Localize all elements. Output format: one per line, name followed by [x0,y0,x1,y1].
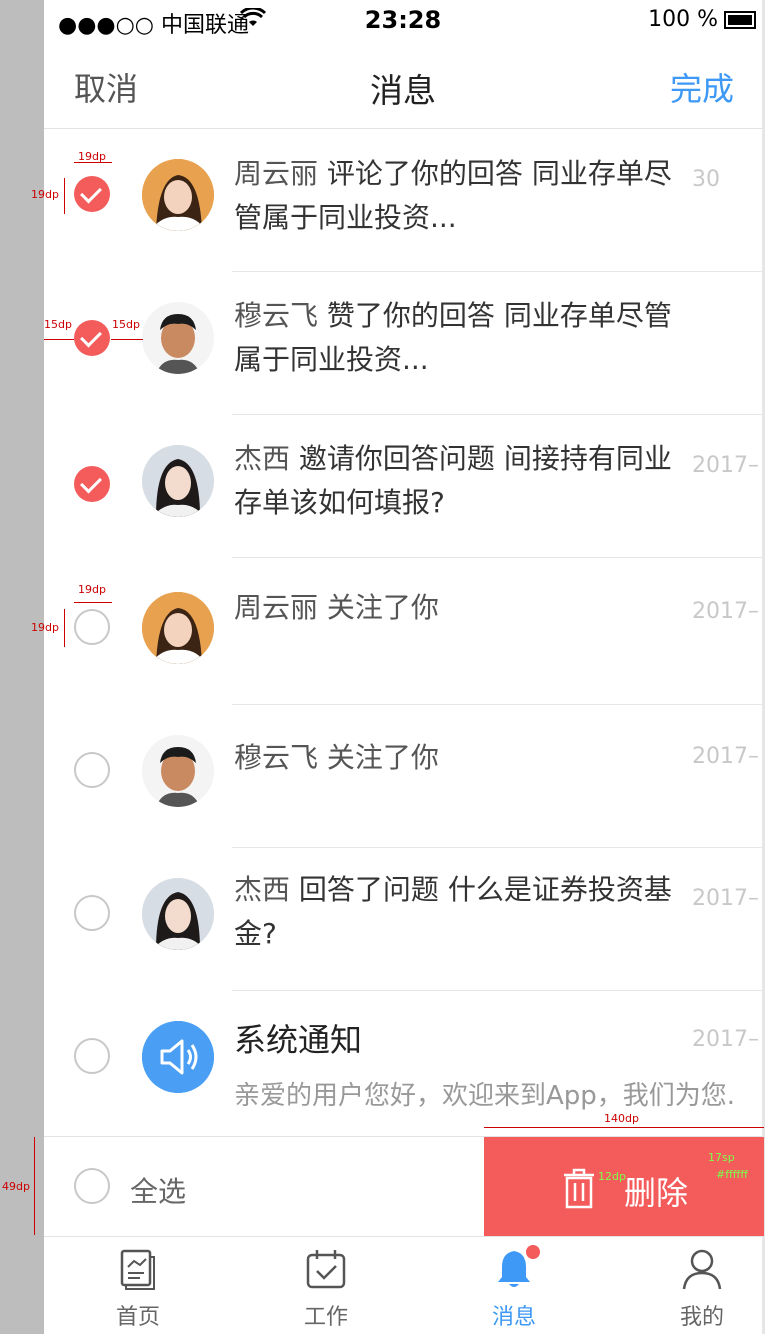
tab-home[interactable]: 首页 [48,1237,228,1335]
row-checkbox-unchecked[interactable] [74,895,110,931]
annot-line [64,178,65,214]
message-row[interactable]: 杰西 回答了问题 什么是证券投资基金? 2017– [44,848,762,991]
battery-percent: 100 % [648,7,718,32]
system-notice-title: 系统通知 [234,1021,363,1059]
annot-label: 15dp [44,318,72,331]
sender-name: 穆云飞 [234,741,319,774]
annot-label: 12dp [598,1170,626,1183]
row-checkbox-checked[interactable] [74,466,110,502]
annot-line [484,1127,764,1128]
annot-label: #ffffff [716,1168,748,1181]
annot-label: 15dp [112,318,140,331]
battery-status: 100 % [648,7,756,32]
message-list: 周云丽 评论了你的回答 同业存单尽管属于同业投资... 30 穆云飞 赞了你的回… [44,129,762,1136]
tab-label: 消息 [491,1305,536,1330]
row-checkbox-unchecked[interactable] [74,1038,110,1074]
message-row[interactable]: 穆云飞 赞了你的回答 同业存单尽管属于同业投资... [44,272,762,415]
done-button[interactable]: 完成 [670,64,734,110]
annot-line [64,609,65,647]
message-date: 2017– [692,453,759,478]
tab-label: 工作 [303,1305,348,1330]
avatar-man [142,735,214,807]
unread-dot [526,1245,540,1259]
select-all-checkbox[interactable] [74,1168,110,1204]
annot-label: 19dp [31,621,59,634]
message-row[interactable]: 周云丽 关注了你 2017– [44,558,762,705]
select-all-label[interactable]: 全选 [130,1170,186,1210]
message-text: 杰西 邀请你回答问题 间接持有同业存单该如何填报? [234,437,694,525]
message-text: 周云丽 关注了你 [234,586,694,630]
sender-name: 穆云飞 [234,299,319,332]
home-doc-icon [120,1249,155,1290]
message-body: 关注了你 [326,741,439,774]
message-date: 30 [692,167,720,192]
trash-icon [564,1168,594,1209]
message-body: 邀请你回答问题 间接持有同业存单该如何填报? [234,442,672,519]
delete-button[interactable]: 12dp 删除 17sp #ffffff [484,1137,764,1236]
message-date: 2017– [692,744,759,769]
avatar-woman [142,445,214,517]
annot-label: 49dp [2,1180,30,1193]
sender-name: 周云丽 [234,157,319,190]
sender-name: 杰西 [234,873,291,906]
calendar-check-icon [306,1250,346,1289]
tab-bar: 首页 工作 消息 我的 [44,1236,762,1335]
message-text: 穆云飞 关注了你 [234,736,694,780]
nav-bar: 取消 消息 完成 [44,40,762,129]
battery-icon [724,10,756,29]
system-notice-preview: 亲爱的用户您好，欢迎来到App，我们为您. [234,1081,736,1111]
annot-label: 19dp [78,150,106,163]
annot-line [111,339,143,340]
message-date: 2017– [692,599,759,624]
page-title: 消息 [370,71,436,110]
tab-label: 我的 [679,1305,724,1330]
tab-profile[interactable]: 我的 [612,1237,765,1335]
avatar-woman [142,159,214,231]
annot-line [74,602,112,603]
annot-line [44,339,74,340]
message-date: 2017– [692,1027,759,1052]
message-row[interactable]: 杰西 邀请你回答问题 间接持有同业存单该如何填报? 2017– [44,415,762,558]
annot-label: 19dp [31,188,59,201]
status-bar: ●●●○○ 中国联通 23:28 100 % [44,0,762,40]
message-text: 穆云飞 赞了你的回答 同业存单尽管属于同业投资... [234,294,694,382]
message-text: 杰西 回答了问题 什么是证券投资基金? [234,868,694,956]
annot-label: 140dp [604,1112,639,1125]
row-checkbox-unchecked[interactable] [74,609,110,645]
system-notice-row[interactable]: 系统通知 亲爱的用户您好，欢迎来到App，我们为您. 2017– [44,991,762,1134]
annot-label: 19dp [78,583,106,596]
person-icon [682,1249,722,1290]
tab-messages[interactable]: 消息 [424,1237,604,1335]
row-checkbox-checked[interactable] [74,320,110,356]
message-row[interactable]: 穆云飞 关注了你 2017– [44,705,762,848]
avatar-woman [142,592,214,664]
annot-line [34,1137,35,1235]
row-checkbox-checked[interactable] [74,176,110,212]
tab-label: 首页 [115,1305,160,1330]
delete-label: 删除 [624,1174,689,1212]
edit-action-bar: 全选 12dp 删除 17sp #ffffff [44,1136,764,1236]
message-date: 2017– [692,886,759,911]
message-body: 回答了问题 什么是证券投资基金? [234,873,672,950]
message-text: 亲爱的用户您好，欢迎来到App，我们为您. [234,1073,762,1118]
sender-name: 杰西 [234,442,291,475]
message-text: 周云丽 评论了你的回答 同业存单尽管属于同业投资... [234,152,694,240]
annot-label: 17sp [708,1151,735,1164]
message-body: 关注了你 [326,591,439,624]
avatar-woman [142,878,214,950]
row-checkbox-unchecked[interactable] [74,752,110,788]
sender-name: 周云丽 [234,591,319,624]
avatar-man [142,302,214,374]
speaker-icon [142,1021,214,1093]
tab-work[interactable]: 工作 [236,1237,416,1335]
message-row[interactable]: 周云丽 评论了你的回答 同业存单尽管属于同业投资... 30 [44,129,762,272]
